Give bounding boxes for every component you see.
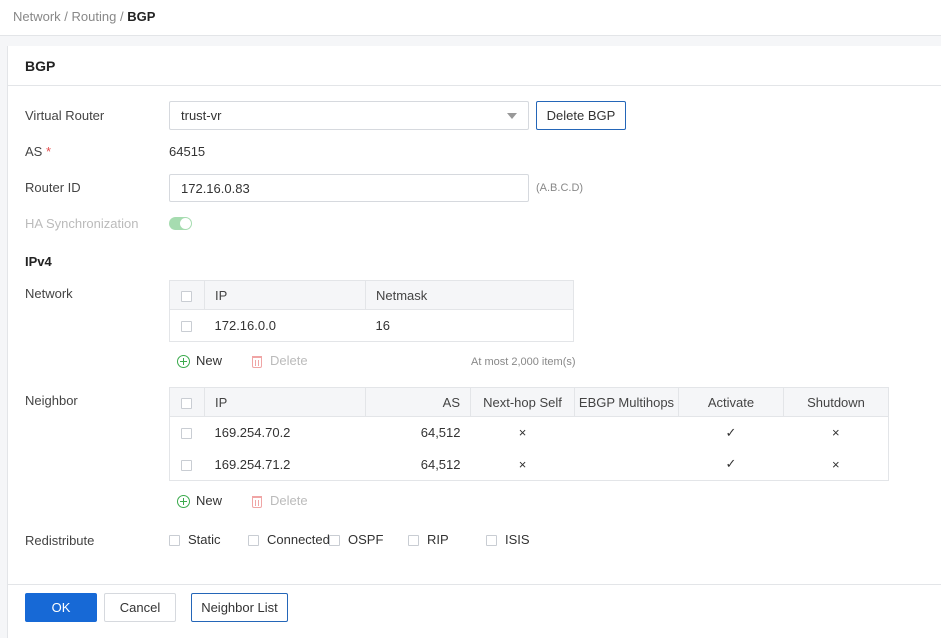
- breadcrumb-current: BGP: [127, 9, 156, 24]
- neighbor-ip-cell: 169.254.71.2: [214, 456, 291, 472]
- redistribute-label: Redistribute: [25, 533, 95, 548]
- redistribute-connected-checkbox[interactable]: [248, 535, 259, 547]
- column-header-as[interactable]: AS: [365, 387, 471, 417]
- neighbor-table: IP AS Next-hop Self EBGP Multihops Activ…: [169, 387, 889, 481]
- row-checkbox[interactable]: [181, 428, 192, 440]
- network-limit-note: At most 2,000 item(s): [471, 356, 576, 368]
- breadcrumb-separator: /: [116, 9, 128, 24]
- neighbor-new-button[interactable]: New: [177, 493, 223, 509]
- network-table: IP Netmask 172.16.0.0 16: [169, 280, 574, 342]
- network-ip-cell: 172.16.0.0: [214, 318, 276, 333]
- table-row[interactable]: 169.254.70.2 64,512 × ✓ ×: [170, 417, 889, 449]
- row-checkbox[interactable]: [181, 459, 192, 471]
- redistribute-ospf-checkbox[interactable]: [329, 535, 340, 547]
- ebgp-multihops-cell: [575, 449, 679, 481]
- trash-icon: [252, 355, 262, 368]
- select-all-cell: [169, 280, 205, 310]
- select-all-cell: [169, 387, 205, 417]
- breadcrumb-network[interactable]: Network: [13, 9, 61, 24]
- redistribute-isis-label: ISIS: [505, 532, 530, 547]
- router-id-hint: (A.B.C.D): [536, 182, 584, 194]
- redistribute-ospf[interactable]: OSPF: [329, 532, 383, 547]
- virtual-router-value: trust-vr: [181, 108, 222, 123]
- neighbor-delete-label: Delete: [270, 493, 308, 508]
- neighbor-delete-button[interactable]: Delete: [252, 493, 308, 508]
- add-icon: [177, 495, 190, 509]
- router-id-label: Router ID: [25, 180, 81, 195]
- network-delete-button[interactable]: Delete: [252, 353, 308, 368]
- redistribute-rip-checkbox[interactable]: [408, 535, 419, 547]
- redistribute-connected-label: Connected: [267, 532, 330, 547]
- as-label-text: AS: [25, 144, 43, 159]
- router-id-input[interactable]: 172.16.0.83: [169, 174, 529, 202]
- column-header-netmask[interactable]: Netmask: [365, 280, 574, 310]
- delete-bgp-button[interactable]: Delete BGP: [536, 101, 626, 130]
- redistribute-isis-checkbox[interactable]: [486, 535, 497, 547]
- table-header-row: IP AS Next-hop Self EBGP Multihops Activ…: [169, 387, 889, 417]
- select-all-checkbox[interactable]: [181, 397, 192, 409]
- network-new-label: New: [196, 353, 223, 368]
- neighbor-new-label: New: [196, 493, 223, 508]
- trash-icon: [252, 495, 262, 508]
- column-header-ip[interactable]: IP: [204, 280, 366, 310]
- ebgp-multihops-cell: [575, 417, 679, 449]
- table-row[interactable]: 169.254.71.2 64,512 × ✓ ×: [170, 449, 889, 481]
- column-header-ip[interactable]: IP: [204, 387, 366, 417]
- column-header-next-hop-self[interactable]: Next-hop Self: [470, 387, 575, 417]
- neighbor-as-cell: 64,512: [420, 425, 461, 441]
- neighbor-list-button[interactable]: Neighbor List: [191, 593, 288, 622]
- network-netmask-cell: 16: [375, 318, 390, 333]
- network-label: Network: [25, 286, 73, 301]
- as-label: AS *: [25, 144, 51, 159]
- shutdown-icon: ×: [831, 425, 840, 441]
- row-checkbox-cell: [170, 449, 205, 481]
- select-all-checkbox[interactable]: [181, 290, 192, 302]
- shutdown-icon: ×: [831, 456, 840, 472]
- redistribute-static-label: Static: [188, 532, 221, 547]
- activate-check-icon: ✓: [725, 456, 737, 472]
- redistribute-rip-label: RIP: [427, 532, 449, 547]
- ha-sync-toggle[interactable]: [169, 217, 192, 230]
- row-checkbox-cell: [170, 417, 205, 449]
- redistribute-isis[interactable]: ISIS: [486, 532, 530, 547]
- ha-sync-label: HA Synchronization: [25, 216, 139, 231]
- neighbor-ip-cell: 169.254.70.2: [214, 425, 291, 441]
- virtual-router-select[interactable]: trust-vr: [169, 101, 529, 130]
- next-hop-self-icon: ×: [518, 456, 527, 472]
- breadcrumb-routing[interactable]: Routing: [72, 9, 117, 24]
- column-header-ebgp-multihops[interactable]: EBGP Multihops: [574, 387, 679, 417]
- toggle-knob: [180, 218, 191, 229]
- neighbor-as-cell: 64,512: [420, 456, 461, 472]
- activate-check-icon: ✓: [725, 424, 737, 440]
- redistribute-static[interactable]: Static: [169, 532, 221, 547]
- row-checkbox[interactable]: [181, 321, 192, 333]
- cancel-button[interactable]: Cancel: [104, 593, 176, 622]
- redistribute-static-checkbox[interactable]: [169, 535, 180, 547]
- neighbor-label: Neighbor: [25, 393, 78, 408]
- row-checkbox-cell: [170, 310, 205, 342]
- ipv4-section-title: IPv4: [25, 254, 52, 269]
- table-row[interactable]: 172.16.0.0 16: [170, 310, 574, 342]
- table-header-row: IP Netmask: [169, 280, 574, 310]
- redistribute-ospf-label: OSPF: [348, 532, 384, 547]
- ok-button[interactable]: OK: [25, 593, 97, 622]
- network-new-button[interactable]: New: [177, 353, 223, 369]
- column-header-activate[interactable]: Activate: [678, 387, 784, 417]
- bgp-panel: BGP Virtual Router trust-vr Delete BGP A…: [7, 46, 941, 638]
- next-hop-self-icon: ×: [518, 425, 527, 441]
- required-mark: *: [45, 144, 52, 159]
- column-header-shutdown[interactable]: Shutdown: [783, 387, 889, 417]
- network-delete-label: Delete: [270, 353, 308, 368]
- add-icon: [177, 355, 190, 369]
- virtual-router-label: Virtual Router: [25, 108, 105, 123]
- chevron-down-icon: [507, 113, 517, 119]
- redistribute-connected[interactable]: Connected: [248, 532, 330, 547]
- breadcrumb-separator: /: [60, 9, 72, 24]
- redistribute-rip[interactable]: RIP: [408, 532, 449, 547]
- form-footer: OK Cancel Neighbor List: [8, 584, 941, 638]
- panel-title: BGP: [8, 46, 941, 86]
- breadcrumb: Network / Routing / BGP: [0, 0, 941, 36]
- as-value: 64515: [169, 144, 206, 159]
